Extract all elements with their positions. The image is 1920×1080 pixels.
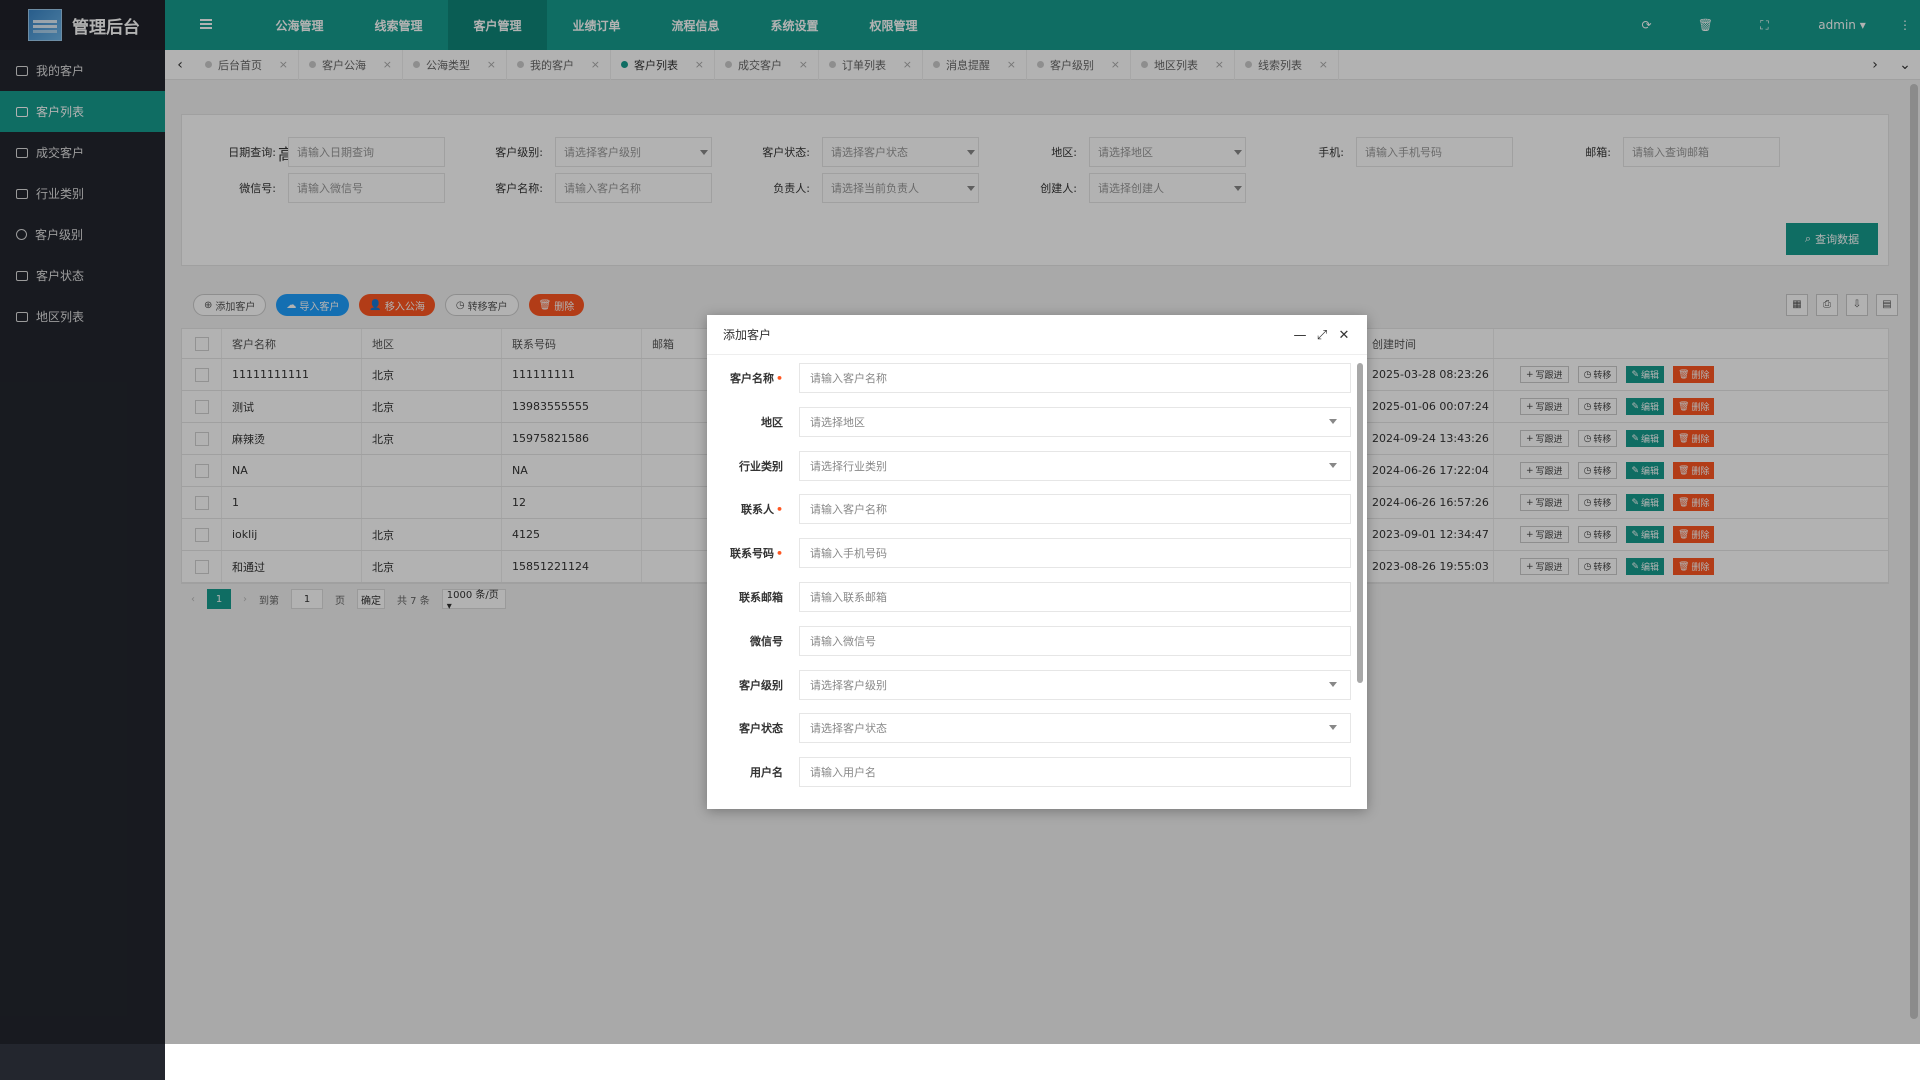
modal-input[interactable]: 请输入客户名称 — [799, 363, 1351, 393]
modal-select[interactable]: 请选择客户状态 — [799, 713, 1351, 744]
modal-controls: — ⤢ ✕ — [1289, 315, 1355, 355]
modal-select[interactable]: 请选择客户级别 — [799, 669, 1351, 700]
modal-field-label: 客户级别 — [707, 677, 783, 693]
modal-input[interactable]: 请输入手机号码 — [799, 538, 1351, 569]
modal-form-row: 微信号 请输入微信号 — [707, 625, 1351, 657]
add-customer-modal: 添加客户 — ⤢ ✕ 客户名称 • 请输入客户名称 地区 请选择地区 行业类别 请选择行业类… — [707, 315, 1367, 809]
chevron-down-icon — [1329, 681, 1337, 687]
modal-field-label: 行业类别 — [707, 458, 783, 474]
modal-field-label-text: 地区 — [761, 415, 783, 429]
modal-form-row: 客户状态 请选择客户状态 — [707, 712, 1351, 744]
required-marker: • — [775, 503, 783, 517]
modal-input[interactable]: 请输入客户名称 — [799, 494, 1351, 525]
modal-header: 添加客户 — ⤢ ✕ — [707, 315, 1367, 355]
modal-field-label: 客户名称 • — [707, 370, 783, 386]
required-marker: • — [775, 547, 783, 561]
modal-field-label-text: 行业类别 — [739, 459, 783, 473]
modal-field-label: 微信号 — [707, 633, 783, 649]
modal-field-label: 联系号码 • — [707, 545, 783, 561]
modal-field-label-text: 用户名 — [750, 766, 783, 780]
maximize-icon[interactable]: ⤢ — [1311, 328, 1333, 343]
minimize-icon[interactable]: — — [1289, 328, 1311, 343]
modal-form-row: 客户名称 • 请输入客户名称 — [707, 362, 1351, 394]
modal-form: 客户名称 • 请输入客户名称 地区 请选择地区 行业类别 请选择行业类别 联系人 • 请输入客户名… — [707, 355, 1367, 809]
modal-field-label: 地区 — [707, 414, 783, 430]
modal-field-label-text: 联系邮箱 — [739, 591, 783, 604]
modal-field-label-text: 客户名称 — [729, 372, 774, 385]
modal-field-label-text: 客户级别 — [739, 678, 783, 692]
modal-form-row: 行业类别 请选择行业类别 — [707, 450, 1351, 482]
modal-form-row: 用户名 请输入用户名 — [707, 756, 1351, 788]
modal-form-row: 地区 请选择地区 — [707, 406, 1351, 438]
close-icon[interactable]: ✕ — [1333, 328, 1355, 343]
modal-select[interactable]: 请选择行业类别 — [799, 450, 1351, 481]
modal-field-label: 客户状态 — [707, 720, 783, 736]
modal-field-label: 联系人 • — [707, 501, 783, 517]
required-marker: • — [775, 372, 783, 385]
chevron-down-icon — [1329, 725, 1337, 731]
modal-form-row: 联系邮箱 请输入联系邮箱 — [707, 581, 1351, 613]
modal-field-label-text: 微信号 — [750, 634, 783, 648]
footer-strip — [165, 1044, 1920, 1080]
modal-field-label: 用户名 — [707, 764, 783, 780]
chevron-down-icon — [1329, 418, 1337, 424]
modal-title: 添加客户 — [723, 328, 772, 342]
modal-field-label-text: 联系号码 — [729, 547, 774, 561]
modal-form-row: 联系号码 • 请输入手机号码 — [707, 537, 1351, 569]
modal-scrollbar[interactable] — [1357, 363, 1363, 683]
modal-form-row: 客户级别 请选择客户级别 — [707, 669, 1351, 701]
modal-form-row: 联系人 • 请输入客户名称 — [707, 493, 1351, 525]
modal-input[interactable]: 请输入用户名 — [799, 757, 1351, 788]
modal-input[interactable]: 请输入微信号 — [799, 625, 1351, 656]
modal-input[interactable]: 请输入联系邮箱 — [799, 582, 1351, 612]
chevron-down-icon — [1329, 462, 1337, 468]
modal-field-label-text: 客户状态 — [739, 722, 783, 736]
modal-field-label: 联系邮箱 — [707, 589, 783, 605]
modal-select[interactable]: 请选择地区 — [799, 406, 1351, 437]
modal-field-label-text: 联系人 — [740, 503, 774, 517]
